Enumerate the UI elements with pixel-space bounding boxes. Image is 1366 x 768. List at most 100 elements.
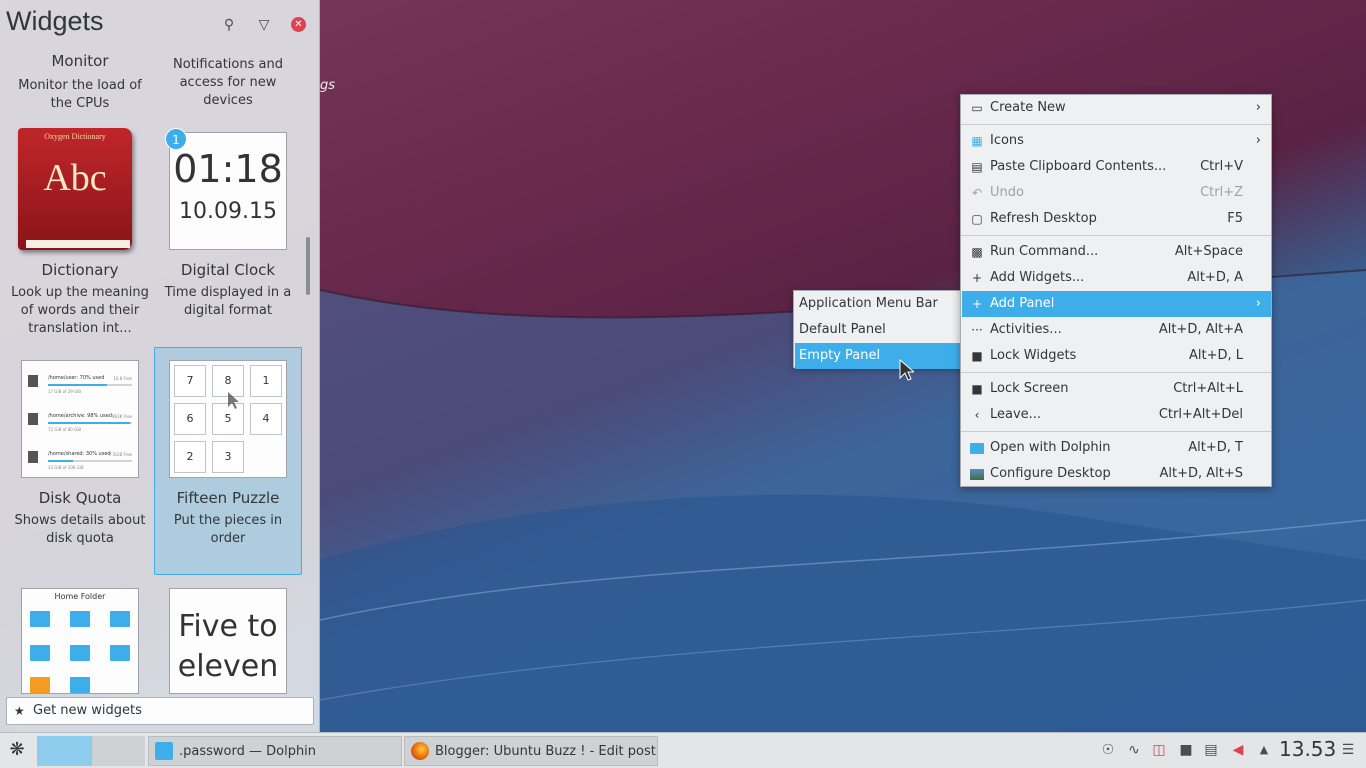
- menu-item-shortcut: Ctrl+Alt+Del: [1158, 407, 1243, 422]
- chevron-up-icon[interactable]: ▲: [1255, 741, 1273, 759]
- folder-icon: [30, 645, 50, 661]
- menu-item-lock-widgets[interactable]: ■ Lock Widgets Alt+D, L: [962, 343, 1271, 369]
- menu-item-add-widgets[interactable]: + Add Widgets... Alt+D, A: [962, 265, 1271, 291]
- lock-icon[interactable]: ■: [1177, 741, 1195, 759]
- disk-row-label: /home/shared: 30% used: [48, 451, 111, 457]
- new-file-icon: ▭: [971, 101, 983, 115]
- menu-item-label: Create New: [990, 100, 1066, 115]
- update-icon[interactable]: ☉: [1099, 741, 1117, 759]
- search-icon[interactable]: ⚲: [220, 16, 238, 34]
- folder-icon: [70, 677, 90, 693]
- task-label: Blogger: Ubuntu Buzz ! - Edit post ...: [435, 744, 658, 759]
- dictionary-brand: Oxygen Dictionary: [44, 132, 106, 141]
- fuzzy-clock-line-1: Five to: [178, 609, 278, 644]
- widget-name-disk-quota: Disk Quota: [38, 489, 122, 507]
- submenu-item-default-panel[interactable]: Default Panel: [795, 317, 960, 343]
- pager-desktop-1[interactable]: [37, 736, 91, 766]
- menu-item-undo[interactable]: ↶ Undo Ctrl+Z: [962, 180, 1271, 206]
- desktop-context-menu: ▭ Create New › ▦ Icons › ▤ Paste Clipboa…: [960, 94, 1272, 487]
- instance-count-badge: 1: [165, 128, 187, 150]
- widget-name-digital-clock: Digital Clock: [180, 261, 276, 279]
- folder-icon: [70, 611, 90, 627]
- fuzzy-clock-line-2: eleven: [177, 649, 279, 684]
- menu-item-leave[interactable]: ‹ Leave... Ctrl+Alt+Del: [962, 402, 1271, 428]
- menu-item-configure-desktop[interactable]: Configure Desktop Alt+D, Alt+S: [962, 461, 1271, 487]
- disk-row-label: /home/user: 70% used: [48, 375, 105, 381]
- submenu-item-empty-panel[interactable]: Empty Panel: [795, 343, 960, 369]
- menu-item-run-command[interactable]: ▩ Run Command... Alt+Space: [962, 239, 1271, 265]
- widget-name-fifteen-puzzle: Fifteen Puzzle: [176, 489, 280, 507]
- volume-muted-icon[interactable]: ◀: [1229, 741, 1247, 759]
- menu-item-label: Configure Desktop: [990, 466, 1111, 481]
- menu-item-create-new[interactable]: ▭ Create New ›: [962, 95, 1271, 121]
- submenu-item-application-menu-bar[interactable]: Application Menu Bar: [795, 291, 960, 317]
- application-launcher-icon[interactable]: ❋: [6, 739, 28, 761]
- menu-item-label: Add Panel: [990, 296, 1055, 311]
- taskbar: ❋ .password — Dolphin Blogger: Ubuntu Bu…: [0, 732, 1366, 768]
- menu-item-icons[interactable]: ▦ Icons ›: [962, 128, 1271, 154]
- menu-separator: [961, 235, 1271, 236]
- dictionary-abc: Abc: [43, 157, 107, 199]
- menu-item-shortcut: Ctrl+Alt+L: [1173, 381, 1243, 396]
- menu-item-shortcut: Alt+D, Alt+S: [1159, 466, 1243, 481]
- menu-item-label: Lock Widgets: [990, 348, 1077, 363]
- submenu-item-label: Default Panel: [799, 322, 886, 337]
- get-new-widgets-button[interactable]: ★ Get new widgets: [6, 697, 314, 725]
- menu-item-shortcut: Alt+D, A: [1187, 270, 1243, 285]
- drive-icon: [28, 375, 38, 387]
- puzzle-tile: 7: [174, 365, 206, 397]
- star-icon: ★: [14, 704, 25, 718]
- menu-item-shortcut: Ctrl+Z: [1200, 185, 1243, 200]
- configure-icon: [970, 461, 984, 487]
- widget-name-cpu-monitor: Monitor: [51, 52, 109, 70]
- chevron-right-icon: ›: [1255, 296, 1261, 311]
- mouse-pointer: [899, 358, 914, 381]
- task-dolphin[interactable]: .password — Dolphin: [148, 736, 402, 766]
- get-new-widgets-label: Get new widgets: [33, 703, 142, 718]
- chevron-right-icon: ›: [1255, 133, 1261, 148]
- disk-row-sub: 33 GiB of 106 GiB: [48, 465, 84, 470]
- folder-icon: [70, 645, 90, 661]
- lock-icon: ■: [971, 382, 983, 396]
- menu-item-shortcut: Alt+D, L: [1188, 348, 1243, 363]
- menu-item-lock-screen[interactable]: ■ Lock Screen Ctrl+Alt+L: [962, 376, 1271, 402]
- scrollbar[interactable]: [306, 237, 310, 295]
- widget-desc-disk-quota: Shows details about disk quota: [14, 513, 146, 546]
- close-icon[interactable]: ✕: [291, 17, 306, 32]
- disk-row-free: 10.8 Free: [113, 376, 132, 381]
- desktop-partial-text: gs: [320, 78, 336, 93]
- disk-row-free: 7.5GiB Free: [108, 452, 132, 457]
- menu-item-refresh[interactable]: ▢ Refresh Desktop F5: [962, 206, 1271, 232]
- pager-desktop-2[interactable]: [91, 736, 145, 766]
- disk-row-free: 963K Free: [111, 414, 132, 419]
- folder-view-thumb[interactable]: Home Folder: [21, 588, 139, 694]
- menu-item-shortcut: Alt+D, Alt+A: [1158, 322, 1243, 337]
- task-firefox[interactable]: Blogger: Ubuntu Buzz ! - Edit post ...: [404, 736, 658, 766]
- lock-icon: ■: [971, 349, 983, 363]
- menu-separator: [961, 431, 1271, 432]
- drive-icon: [28, 413, 38, 425]
- disk-row-label: /home/archive: 98% used: [48, 413, 112, 419]
- filter-icon[interactable]: ▽: [255, 16, 273, 34]
- wifi-icon[interactable]: ∿: [1125, 741, 1143, 759]
- plus-icon: +: [971, 271, 983, 285]
- fuzzy-clock-thumb[interactable]: Five to eleven: [169, 588, 287, 694]
- submenu-item-label: Empty Panel: [799, 348, 881, 363]
- menu-item-label: Icons: [990, 133, 1024, 148]
- battery-icon[interactable]: ◫: [1150, 741, 1168, 759]
- clock[interactable]: 13.53: [1279, 737, 1336, 761]
- menu-item-open-with-dolphin[interactable]: Open with Dolphin Alt+D, T: [962, 435, 1271, 461]
- widget-desc-digital-clock: Time displayed in a digital format: [164, 285, 292, 318]
- disk-row-sub: 17 GiB of 29 GiB: [48, 389, 82, 394]
- menu-item-paste[interactable]: ▤ Paste Clipboard Contents... Ctrl+V: [962, 154, 1271, 180]
- fifteen-puzzle-thumb: 7 8 1 6 5 4 2 3: [169, 360, 287, 478]
- chevron-left-icon: ‹: [974, 408, 980, 422]
- clipboard-icon[interactable]: ▤: [1202, 741, 1220, 759]
- menu-icon[interactable]: ☰: [1339, 741, 1357, 759]
- clipboard-icon: ▤: [971, 160, 983, 174]
- menu-item-add-panel[interactable]: + Add Panel ›: [962, 291, 1271, 317]
- menu-item-activities[interactable]: ··· Activities... Alt+D, Alt+A: [962, 317, 1271, 343]
- submenu-item-label: Application Menu Bar: [799, 296, 938, 311]
- icons-icon: ▦: [971, 134, 983, 148]
- widget-name-dictionary: Dictionary: [41, 261, 119, 279]
